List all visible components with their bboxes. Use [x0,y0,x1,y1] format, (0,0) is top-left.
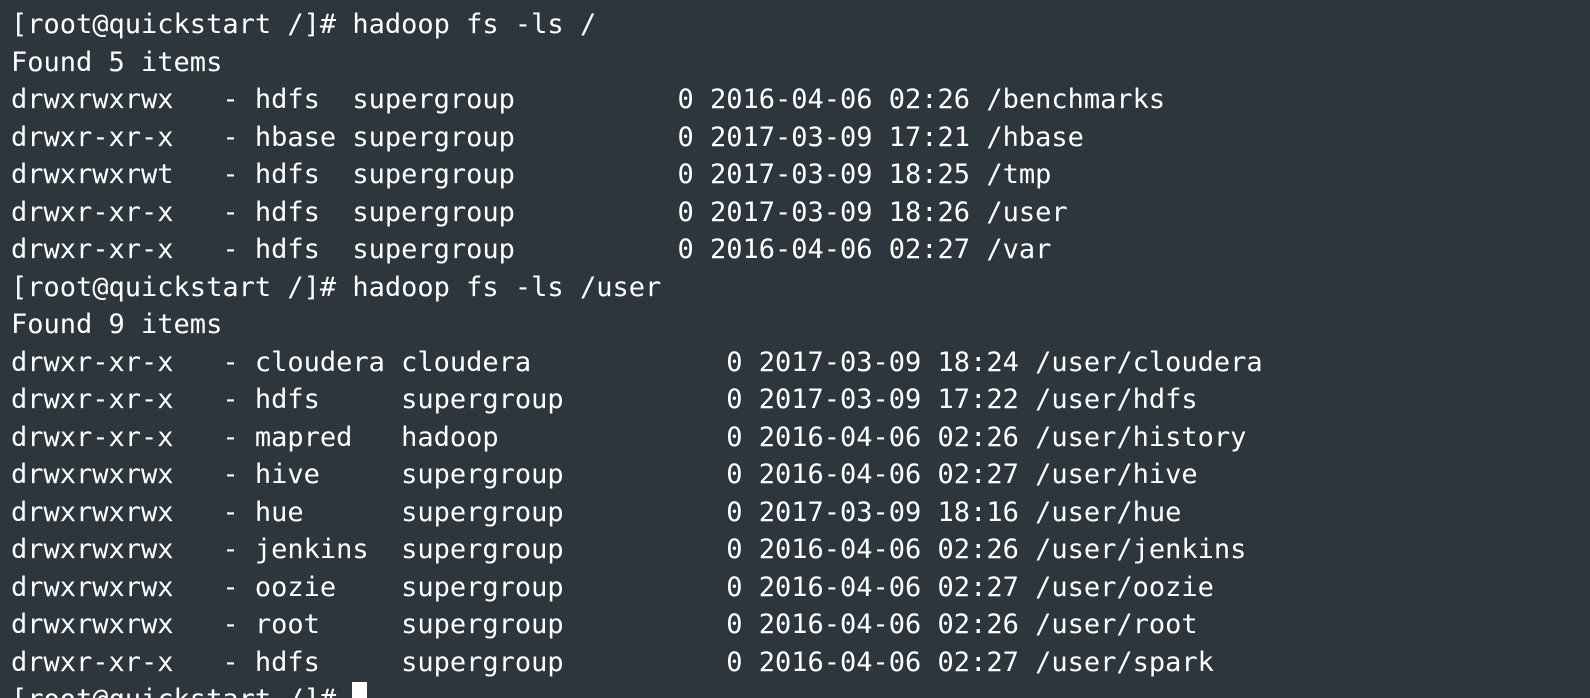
listing-row: drwxr-xr-x - mapred hadoop 0 2016-04-06 … [11,421,1247,453]
listing-row: drwxrwxrwx - oozie supergroup 0 2016-04-… [11,571,1214,603]
active-prompt-line[interactable]: [root@quickstart /]# [11,681,1590,698]
prompt-text: [root@quickstart /]# [11,684,352,698]
listing-row: drwxrwxrwx - hdfs supergroup 0 2016-04-0… [11,84,1166,115]
listing-row: drwxr-xr-x - cloudera cloudera 0 2017-03… [11,346,1263,378]
command-line: [root@quickstart /]# hadoop fs -ls /user [11,271,662,303]
listing-row: drwxrwxrwx - hue supergroup 0 2017-03-09… [11,496,1182,528]
listing-row: drwxr-xr-x - hdfs supergroup 0 2017-03-0… [11,196,1068,228]
output-line: Found 5 items [11,46,223,78]
listing-row: drwxrwxrwx - jenkins supergroup 0 2016-0… [11,534,1247,565]
command-line: [root@quickstart /]# hadoop fs -ls / [11,9,597,40]
listing-row: drwxrwxrwx - hive supergroup 0 2016-04-0… [11,459,1198,490]
output-line: Found 9 items [11,309,223,340]
terminal-window[interactable]: [root@quickstart /]# hadoop fs -ls / Fou… [0,0,1590,698]
listing-row: drwxr-xr-x - hdfs supergroup 0 2017-03-0… [11,384,1198,415]
listing-row: drwxr-xr-x - hdfs supergroup 0 2016-04-0… [11,234,1052,265]
text-cursor [352,682,368,698]
listing-row: drwxrwxrwx - root supergroup 0 2016-04-0… [11,609,1198,640]
listing-row: drwxr-xr-x - hdfs supergroup 0 2016-04-0… [11,646,1214,678]
listing-row: drwxr-xr-x - hbase supergroup 0 2017-03-… [11,121,1084,153]
listing-row: drwxrwxrwt - hdfs supergroup 0 2017-03-0… [11,159,1052,190]
